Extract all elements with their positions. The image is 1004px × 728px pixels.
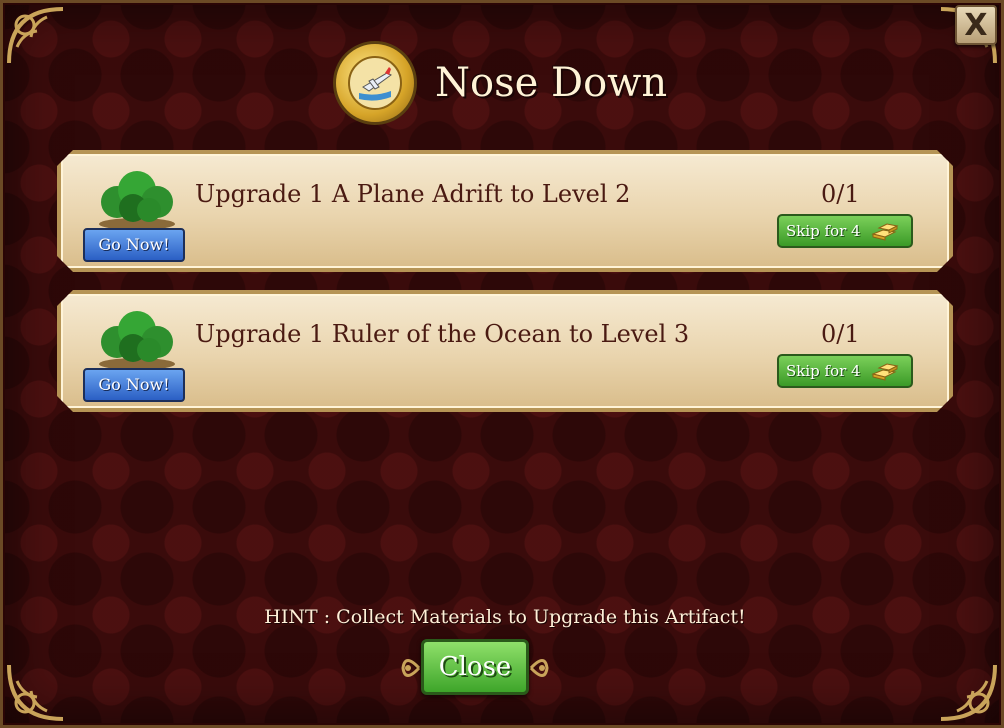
tree-cluster-icon <box>93 168 181 230</box>
tree-cluster-icon <box>93 308 181 370</box>
go-now-button[interactable]: Go Now! <box>83 368 185 402</box>
skip-button[interactable]: Skip for 4 <box>777 214 913 248</box>
close-icon: X <box>964 7 988 43</box>
quest-dialog: X Nose Down Go Now! Upgrade 1 A Plane Ad… <box>0 0 1004 728</box>
gold-bars-icon <box>869 220 899 242</box>
skip-label: Skip for 4 <box>786 222 861 240</box>
close-button-group: Close <box>399 637 551 699</box>
task-description: Upgrade 1 A Plane Adrift to Level 2 <box>195 180 631 208</box>
ornament-icon <box>529 659 549 677</box>
task-progress: 0/1 <box>821 180 860 208</box>
task-description: Upgrade 1 Ruler of the Ocean to Level 3 <box>195 320 690 348</box>
close-x-button[interactable]: X <box>955 5 997 45</box>
task-row: Go Now! Upgrade 1 Ruler of the Ocean to … <box>57 290 953 412</box>
task-row: Go Now! Upgrade 1 A Plane Adrift to Leve… <box>57 150 953 272</box>
go-now-button[interactable]: Go Now! <box>83 228 185 262</box>
airplane-artifact-medal-icon <box>333 41 417 125</box>
ornament-icon <box>401 659 421 677</box>
ornate-corner-icon <box>7 7 64 64</box>
gold-bars-icon <box>869 360 899 382</box>
ornate-corner-icon <box>7 664 64 721</box>
skip-button[interactable]: Skip for 4 <box>777 354 913 388</box>
ornate-corner-icon <box>940 664 997 721</box>
dialog-header: Nose Down <box>333 41 667 125</box>
hint-text: HINT : Collect Materials to Upgrade this… <box>264 606 746 628</box>
dialog-title: Nose Down <box>435 60 668 106</box>
close-button[interactable]: Close <box>421 639 529 695</box>
task-progress: 0/1 <box>821 320 860 348</box>
skip-label: Skip for 4 <box>786 362 861 380</box>
